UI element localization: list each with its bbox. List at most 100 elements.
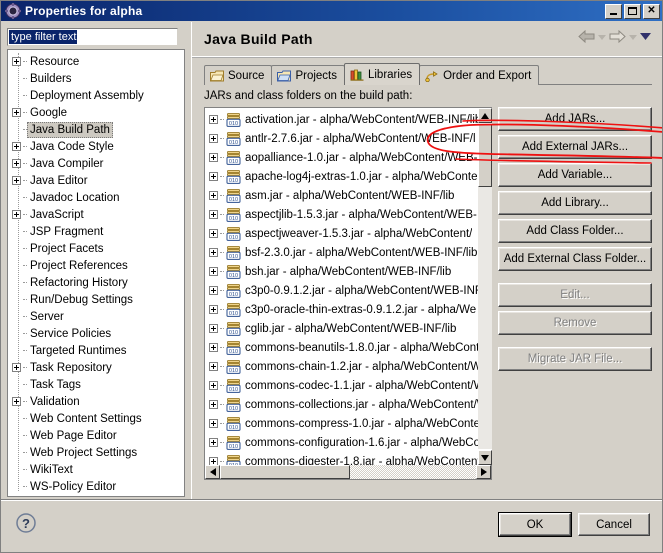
sidebar-item-run-debug-settings[interactable]: Run/Debug Settings [8,291,184,308]
expand-plus-icon[interactable] [12,176,21,185]
tab-libraries[interactable]: Libraries [343,63,421,85]
build-path-list[interactable]: 010 activation.jar - alpha/WebContent/WEB… [204,107,492,480]
expand-plus-icon[interactable] [209,248,218,257]
build-path-entry[interactable]: 010 cglib.jar - alpha/WebContent/WEB-INF/… [205,319,491,338]
scroll-right-icon[interactable] [476,465,491,479]
filter-input[interactable]: type filter text [7,28,178,46]
sidebar-item-server[interactable]: Server [8,308,184,325]
sidebar-item-google[interactable]: Google [8,104,184,121]
horizontal-scroll-thumb[interactable] [220,465,350,479]
scroll-left-icon[interactable] [205,465,220,479]
build-path-entry[interactable]: 010 aspectjweaver-1.5.3.jar - alpha/WebCo… [205,224,491,243]
add-class-folder-button[interactable]: Add Class Folder... [498,219,652,243]
sidebar-item-ws-policy-editor[interactable]: WS-Policy Editor [8,478,184,495]
expand-plus-icon[interactable] [209,400,218,409]
sidebar-item-builders[interactable]: Builders [8,70,184,87]
tab-projects[interactable]: Projects [271,65,345,85]
expand-plus-icon[interactable] [12,159,21,168]
expand-plus-icon[interactable] [209,172,218,181]
sidebar-item-web-content-settings[interactable]: Web Content Settings [8,410,184,427]
build-path-entry[interactable]: 010 commons-codec-1.1.jar - alpha/WebCont… [205,376,491,395]
build-path-entry[interactable]: 010 activation.jar - alpha/WebContent/WEB… [205,110,491,129]
build-path-entry[interactable]: 010 bsf-2.3.0.jar - alpha/WebContent/WEB-… [205,243,491,262]
back-menu-chevron-down-icon[interactable] [598,34,606,40]
sidebar-item-xdoclet[interactable]: XDoclet [8,495,184,496]
forward-menu-chevron-down-icon[interactable] [629,34,637,40]
help-question-icon[interactable]: ? [15,512,37,534]
expand-plus-icon[interactable] [12,57,21,66]
list-horizontal-scrollbar[interactable] [205,465,491,479]
build-path-entry[interactable]: 010 commons-compress-1.0.jar - alpha/WebC… [205,414,491,433]
build-path-entry[interactable]: 010 asm.jar - alpha/WebContent/WEB-INF/li… [205,186,491,205]
expand-plus-icon[interactable] [209,438,218,447]
build-path-entry[interactable]: 010 c3p0-oracle-thin-extras-0.9.1.2.jar -… [205,300,491,319]
build-path-entry[interactable]: 010 bsh.jar - alpha/WebContent/WEB-INF/li… [205,262,491,281]
add-jars-button[interactable]: Add JARs... [498,107,652,131]
sidebar-item-java-compiler[interactable]: Java Compiler [8,155,184,172]
build-path-entry[interactable]: 010 commons-configuration-1.6.jar - alpha… [205,433,491,452]
sidebar-item-validation[interactable]: Validation [8,393,184,410]
scroll-down-icon[interactable] [478,450,492,465]
sidebar-item-service-policies[interactable]: Service Policies [8,325,184,342]
add-external-class-folder-button[interactable]: Add External Class Folder... [498,247,652,271]
expand-plus-icon[interactable] [209,191,218,200]
sidebar-item-project-references[interactable]: Project References [8,257,184,274]
expand-plus-icon[interactable] [12,363,21,372]
expand-plus-icon[interactable] [209,229,218,238]
build-path-entry[interactable]: 010 aspectjlib-1.5.3.jar - alpha/WebConte… [205,205,491,224]
sidebar-item-resource[interactable]: Resource [8,53,184,70]
forward-arrow-icon[interactable] [609,30,626,43]
tab-order-and-export[interactable]: Order and Export [419,65,540,85]
vertical-scroll-thumb[interactable] [478,124,492,187]
expand-plus-icon[interactable] [209,419,218,428]
sidebar-item-jsp-fragment[interactable]: JSP Fragment [8,223,184,240]
expand-plus-icon[interactable] [12,108,21,117]
expand-plus-icon[interactable] [209,324,218,333]
expand-plus-icon[interactable] [209,267,218,276]
sidebar-item-web-page-editor[interactable]: Web Page Editor [8,427,184,444]
tab-source[interactable]: Source [204,65,273,85]
settings-tree[interactable]: Resource Builders Deployment Assembly Googl… [7,49,185,497]
add-variable-button[interactable]: Add Variable... [498,163,652,187]
add-library-button[interactable]: Add Library... [498,191,652,215]
sidebar-item-targeted-runtimes[interactable]: Targeted Runtimes [8,342,184,359]
expand-plus-icon[interactable] [209,305,218,314]
expand-plus-icon[interactable] [12,210,21,219]
sidebar-item-refactoring-history[interactable]: Refactoring History [8,274,184,291]
sidebar-item-task-repository[interactable]: Task Repository [8,359,184,376]
sidebar-item-javadoc-location[interactable]: Javadoc Location [8,189,184,206]
build-path-entry[interactable]: 010 commons-collections.jar - alpha/WebCo… [205,395,491,414]
build-path-entry[interactable]: 010 aopalliance-1.0.jar - alpha/WebConten… [205,148,491,167]
scroll-up-icon[interactable] [478,108,492,123]
sidebar-item-web-project-settings[interactable]: Web Project Settings [8,444,184,461]
title-bar[interactable]: Properties for alpha ✕ [1,1,662,21]
list-vertical-scrollbar[interactable] [478,108,492,465]
minimize-button[interactable] [605,3,622,19]
expand-plus-icon[interactable] [209,343,218,352]
expand-plus-icon[interactable] [209,210,218,219]
cancel-button[interactable]: Cancel [578,513,650,536]
build-path-entry[interactable]: 010 apache-log4j-extras-1.0.jar - alpha/W… [205,167,491,186]
sidebar-item-java-editor[interactable]: Java Editor [8,172,184,189]
expand-plus-icon[interactable] [12,397,21,406]
build-path-entry[interactable]: 010 commons-beanutils-1.8.0.jar - alpha/W… [205,338,491,357]
expand-plus-icon[interactable] [209,362,218,371]
sidebar-item-wikitext[interactable]: WikiText [8,461,184,478]
maximize-button[interactable] [624,3,641,19]
build-path-entry[interactable]: 010 antlr-2.7.6.jar - alpha/WebContent/WE… [205,129,491,148]
expand-plus-icon[interactable] [209,381,218,390]
ok-button[interactable]: OK [498,512,572,537]
expand-plus-icon[interactable] [209,286,218,295]
back-arrow-icon[interactable] [578,30,595,43]
sidebar-item-javascript[interactable]: JavaScript [8,206,184,223]
sidebar-item-java-build-path[interactable]: Java Build Path [8,121,184,138]
expand-plus-icon[interactable] [209,115,218,124]
expand-plus-icon[interactable] [209,153,218,162]
sidebar-item-deployment-assembly[interactable]: Deployment Assembly [8,87,184,104]
expand-plus-icon[interactable] [209,134,218,143]
expand-plus-icon[interactable] [12,142,21,151]
build-path-entry[interactable]: 010 c3p0-0.9.1.2.jar - alpha/WebContent/W… [205,281,491,300]
sidebar-item-task-tags[interactable]: Task Tags [8,376,184,393]
close-button[interactable]: ✕ [643,3,660,19]
view-menu-icon[interactable] [640,33,651,40]
